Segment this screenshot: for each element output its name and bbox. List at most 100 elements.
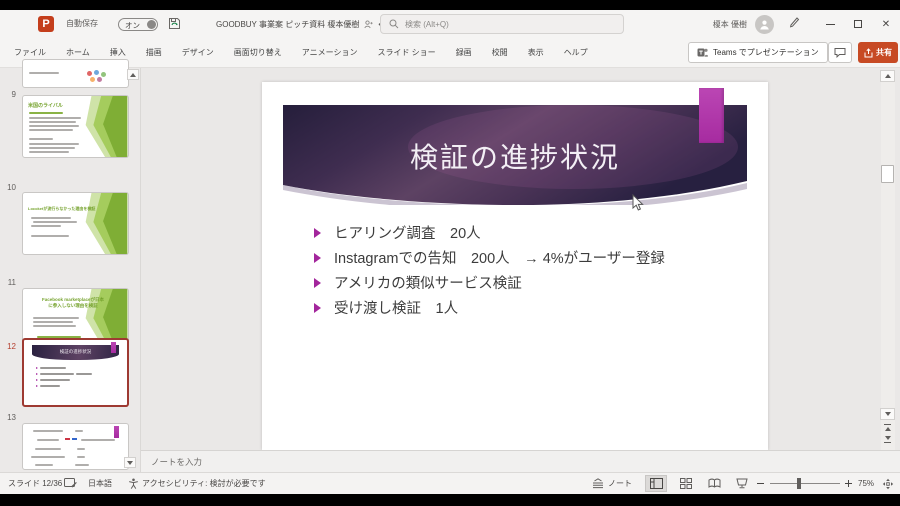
accessibility-status[interactable]: アクセシビリティ: 検討が必要です bbox=[142, 473, 266, 494]
slide-sorter-button[interactable] bbox=[675, 475, 697, 492]
tab-transitions[interactable]: 画面切り替え bbox=[224, 38, 292, 68]
thumbnail-number-10: 10 bbox=[7, 183, 16, 192]
share-button[interactable]: 共有 bbox=[858, 42, 898, 63]
tab-review[interactable]: 校閲 bbox=[482, 38, 518, 68]
thumb11-title-line2: に参入しない理由を検証 bbox=[48, 303, 98, 308]
next-slide-button[interactable] bbox=[880, 436, 895, 443]
autosave-toggle[interactable]: オン bbox=[118, 18, 158, 31]
notes-icon bbox=[593, 478, 603, 489]
shared-person-icon bbox=[364, 19, 374, 28]
bullet-icon bbox=[314, 252, 321, 263]
language-indicator[interactable]: 日本語 bbox=[88, 473, 112, 494]
fit-slide-button[interactable] bbox=[882, 473, 894, 494]
search-input[interactable]: 検索 (Alt+Q) bbox=[380, 14, 624, 34]
teams-present-label: Teams でプレゼンテーション bbox=[713, 48, 819, 57]
maximize-button[interactable] bbox=[844, 10, 872, 38]
tab-view[interactable]: 表示 bbox=[518, 38, 554, 68]
previous-slide-button[interactable] bbox=[880, 424, 895, 431]
tab-animations[interactable]: アニメーション bbox=[292, 38, 368, 68]
bullet-icon bbox=[314, 227, 321, 238]
zoom-level[interactable]: 75% bbox=[858, 473, 874, 494]
normal-view-button[interactable] bbox=[645, 475, 667, 492]
editor-scrollbar[interactable] bbox=[881, 70, 895, 450]
autosave-toggle-state: オン bbox=[125, 21, 140, 30]
share-label: 共有 bbox=[876, 48, 892, 57]
reading-view-button[interactable] bbox=[703, 475, 725, 492]
bullet-item: 受け渡し検証 1人 bbox=[314, 295, 665, 320]
toggle-knob bbox=[147, 20, 156, 29]
share-icon bbox=[864, 47, 873, 57]
zoom-out-button[interactable] bbox=[757, 473, 764, 494]
user-name: 榎本 優樹 bbox=[712, 19, 747, 29]
avatar[interactable] bbox=[755, 14, 774, 34]
notes-pane[interactable]: ノートを入力 bbox=[141, 450, 900, 472]
thumbnail-number-9: 9 bbox=[11, 90, 16, 99]
save-icon[interactable] bbox=[168, 17, 181, 35]
bullet-item: ヒアリング調査 20人 bbox=[314, 220, 665, 245]
search-placeholder: 検索 (Alt+Q) bbox=[405, 19, 449, 29]
thumbnail-slide-8[interactable] bbox=[22, 59, 129, 88]
thumbnail-number-11: 11 bbox=[7, 278, 16, 287]
display-settings-icon[interactable] bbox=[64, 473, 77, 494]
zoom-in-button[interactable] bbox=[845, 473, 852, 494]
titlebar-right: 榎本 優樹 ✕ bbox=[713, 10, 900, 38]
tab-design[interactable]: デザイン bbox=[172, 38, 224, 68]
scroll-up-button[interactable] bbox=[880, 70, 895, 82]
thumbnail-slide-10[interactable]: Locoketが流行らなかった理由を検証 bbox=[22, 192, 129, 255]
mini-title-banner: 検証の進捗状況 bbox=[32, 345, 119, 360]
bullet-item: アメリカの類似サービス検証 bbox=[314, 270, 665, 295]
thumbnail-slide-9[interactable]: 米国のライバル bbox=[22, 95, 129, 158]
statusbar: スライド 12/36 日本語 アクセシビリティ: 検討が必要です ノート 75% bbox=[0, 472, 900, 494]
slide-thumbnail-panel: 9 米国のライバル 10 Locoketが流行らなかった理由を検証 11 Fac… bbox=[0, 59, 141, 472]
slide-title[interactable]: 検証の進捗状況 bbox=[283, 105, 747, 191]
mini-accent-tab bbox=[111, 342, 116, 353]
tab-draw[interactable]: 描画 bbox=[136, 38, 172, 68]
close-button[interactable]: ✕ bbox=[872, 10, 900, 38]
mouse-cursor bbox=[632, 194, 644, 211]
bullet-icon bbox=[314, 277, 321, 288]
document-title: GOODBUY 事業案 ピッチ資料 榎本優樹 bbox=[216, 19, 360, 29]
thumbnail-slide-13[interactable] bbox=[22, 423, 129, 470]
scrollbar-thumb[interactable] bbox=[881, 165, 894, 183]
scroll-down-button[interactable] bbox=[880, 408, 895, 420]
ink-pen-icon[interactable] bbox=[788, 15, 800, 33]
thumbnails-scroll-down-button[interactable] bbox=[124, 457, 136, 468]
tab-record[interactable]: 録画 bbox=[446, 38, 482, 68]
comment-icon bbox=[834, 48, 846, 58]
slide-indicator[interactable]: スライド 12/36 bbox=[8, 473, 62, 494]
autosave-label: 自動保存 bbox=[66, 19, 98, 28]
teams-present-button[interactable]: Teams でプレゼンテーション bbox=[688, 42, 828, 63]
powerpoint-window: P 自動保存 オン GOODBUY 事業案 ピッチ資料 榎本優樹 • 保存済み … bbox=[0, 10, 900, 494]
zoom-slider-thumb[interactable] bbox=[797, 478, 801, 489]
mini-accent-tab bbox=[114, 426, 119, 438]
facet-decoration bbox=[85, 96, 128, 157]
ribbon-tab-row: ファイル ホーム 挿入 描画 デザイン 画面切り替え アニメーション スライド … bbox=[0, 38, 900, 68]
thumbnail-number-12: 12 bbox=[7, 342, 16, 351]
titlebar: P 自動保存 オン GOODBUY 事業案 ピッチ資料 榎本優樹 • 保存済み … bbox=[0, 10, 900, 38]
tab-help[interactable]: ヘルプ bbox=[554, 38, 598, 68]
thumb12-title: 検証の進捗状況 bbox=[59, 349, 92, 354]
comments-button[interactable] bbox=[828, 42, 852, 63]
thumbnail-number-13: 13 bbox=[7, 413, 16, 422]
facet-decoration bbox=[85, 193, 128, 254]
search-icon bbox=[389, 19, 399, 29]
person-icon bbox=[760, 20, 769, 29]
thumb10-title: Locoketが流行らなかった理由を検証 bbox=[28, 206, 96, 211]
slideshow-button[interactable] bbox=[731, 475, 753, 492]
minimize-button[interactable] bbox=[816, 10, 844, 38]
slide-bullets[interactable]: ヒアリング調査 20人 Instagramでの告知 200人 → 4%がユーザー… bbox=[314, 220, 665, 320]
thumb9-title: 米国のライバル bbox=[28, 103, 63, 109]
bullet-icon bbox=[314, 302, 321, 313]
thumbnail-slide-12[interactable]: 検証の進捗状況 bbox=[22, 338, 129, 407]
slide-editor: 検証の進捗状況 ヒアリング調査 20人 Instagramでの告知 200人 →… bbox=[141, 68, 900, 450]
teams-icon bbox=[697, 48, 708, 57]
zoom-slider[interactable] bbox=[770, 483, 840, 484]
tab-slideshow[interactable]: スライド ショー bbox=[367, 38, 445, 68]
notes-placeholder: ノートを入力 bbox=[151, 457, 203, 467]
bullet-item: Instagramでの告知 200人 → 4%がユーザー登録 bbox=[314, 245, 665, 270]
thumbnails-scroll-up-button[interactable] bbox=[127, 69, 139, 80]
notes-toggle-button[interactable]: ノート bbox=[592, 473, 632, 494]
slide-canvas[interactable]: 検証の進捗状況 ヒアリング調査 20人 Instagramでの告知 200人 →… bbox=[262, 82, 768, 450]
accessibility-icon bbox=[128, 473, 139, 494]
powerpoint-logo-icon: P bbox=[38, 16, 54, 32]
